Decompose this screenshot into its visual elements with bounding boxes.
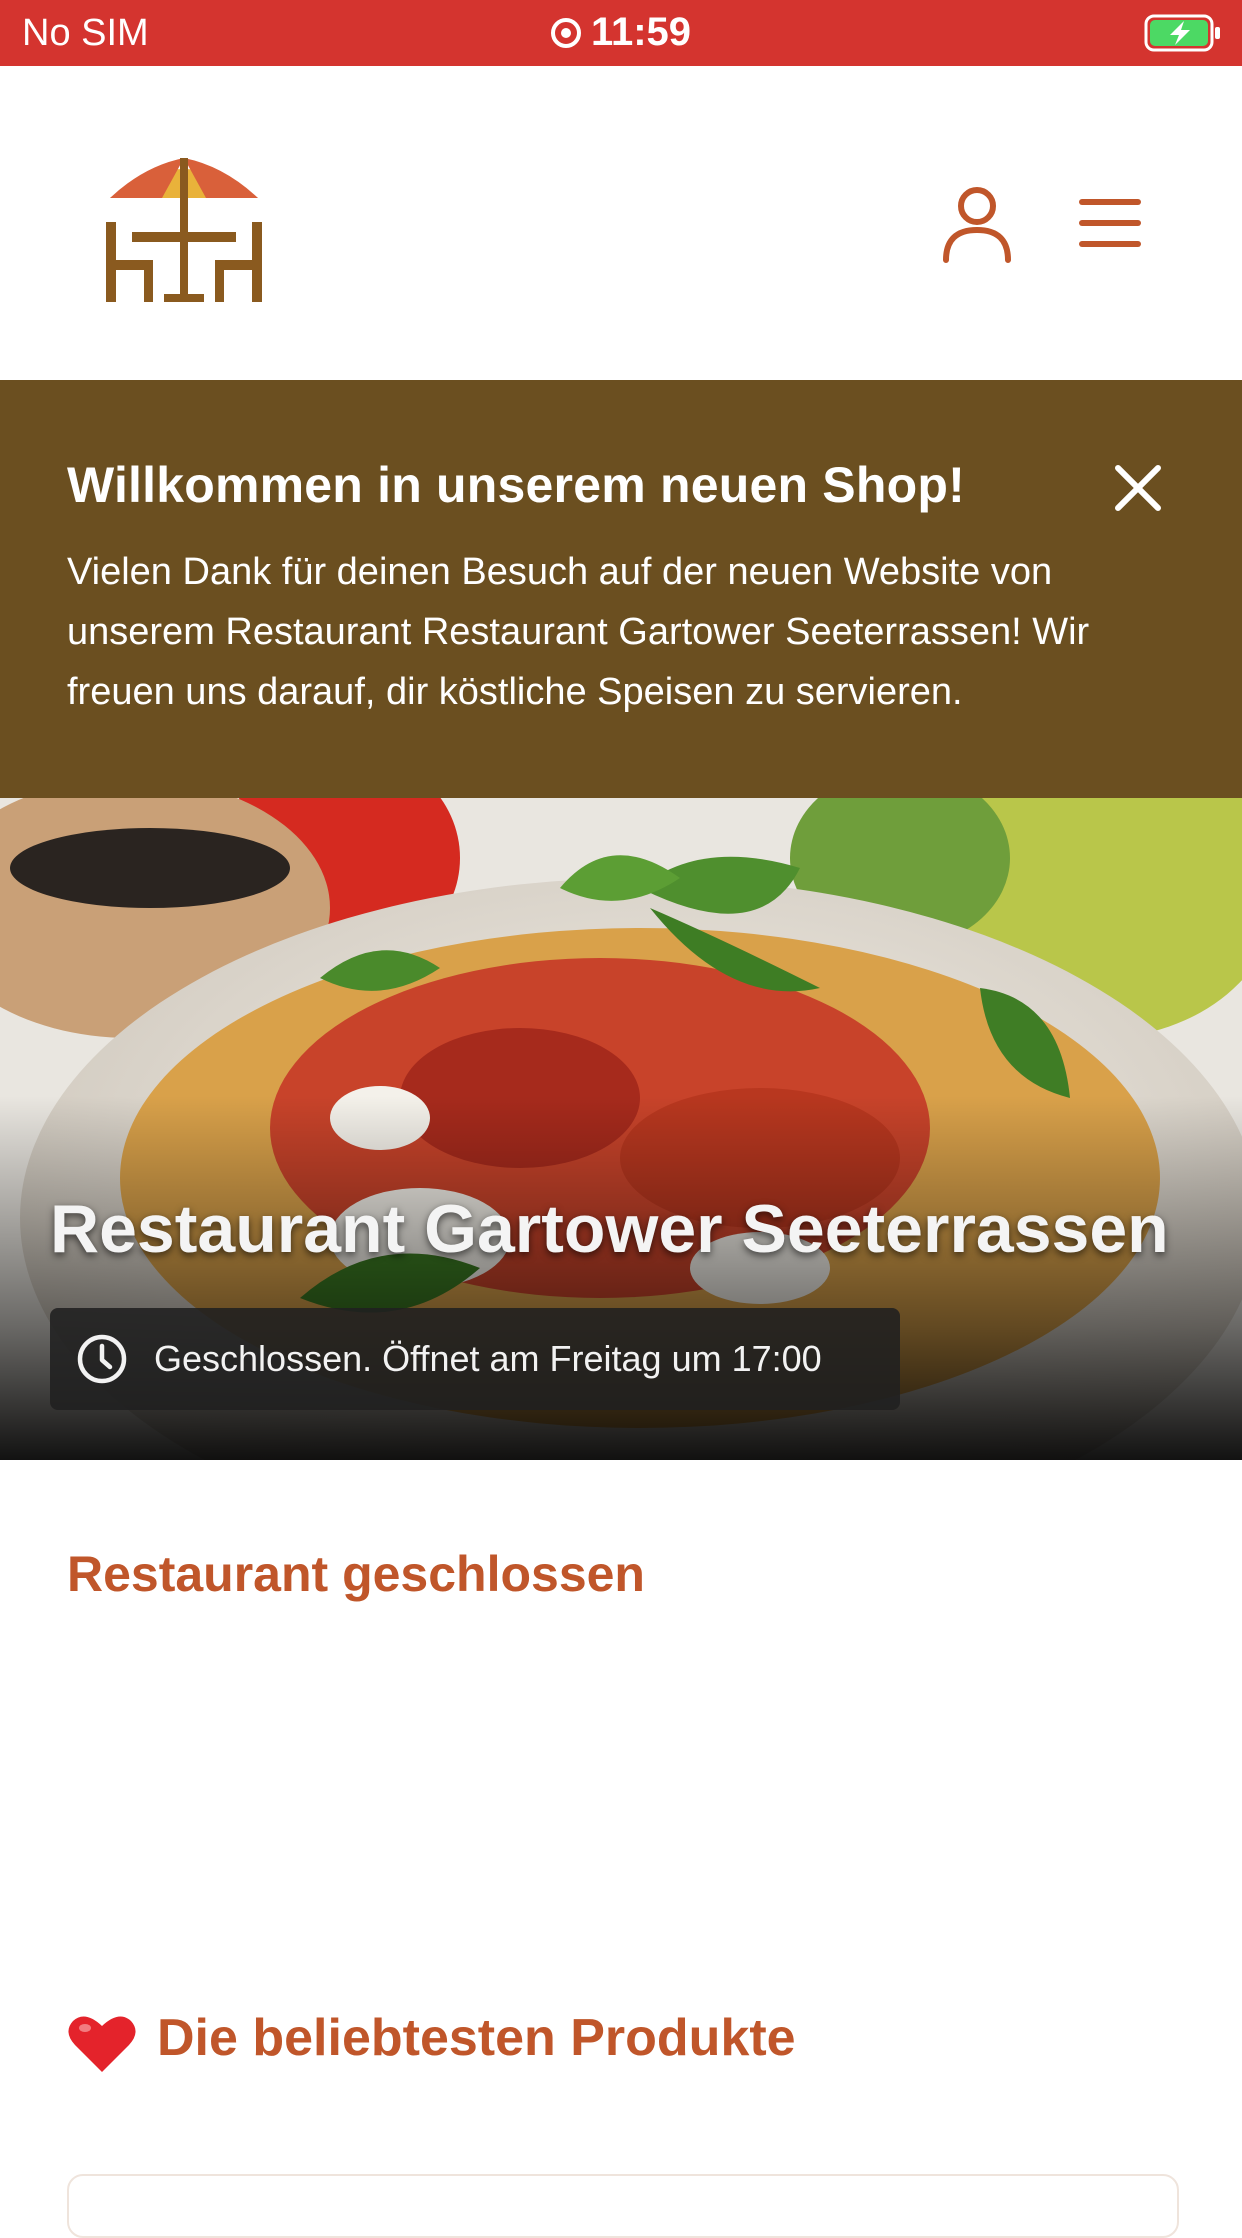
status-bar: No SIM 11:59: [0, 0, 1242, 66]
opening-status-text: Geschlossen. Öffnet am Freitag um 17:00: [154, 1338, 822, 1379]
banner-title: Willkommen in unserem neuen Shop!: [67, 457, 965, 513]
opening-status-badge: Geschlossen. Öffnet am Freitag um 17:00: [50, 1308, 900, 1410]
status-time: 11:59: [0, 10, 1242, 55]
close-icon[interactable]: [1112, 462, 1164, 514]
user-icon[interactable]: [940, 184, 1014, 264]
restaurant-table-umbrella-icon[interactable]: [104, 148, 264, 308]
restaurant-closed-heading: Restaurant geschlossen: [67, 1546, 645, 1602]
orientation-lock-icon: [550, 18, 581, 48]
product-card[interactable]: [67, 2174, 1179, 2238]
site-header: [0, 66, 1242, 380]
banner-text: Vielen Dank für deinen Besuch auf der ne…: [67, 551, 1090, 713]
welcome-banner: Willkommen in unserem neuen Shop! Vielen…: [0, 380, 1242, 798]
hero-section: Restaurant Gartower Seeterrassen Geschlo…: [0, 798, 1242, 1460]
hamburger-menu-icon[interactable]: [1078, 194, 1142, 252]
time-label: 11:59: [590, 10, 692, 54]
clock-icon: [77, 1334, 127, 1384]
heart-icon: [68, 2016, 136, 2072]
popular-products-label: Die beliebtesten Produkte: [157, 2009, 796, 2067]
battery-icon: [1144, 14, 1220, 52]
restaurant-title: Restaurant Gartower Seeterrassen: [50, 1191, 1169, 1267]
